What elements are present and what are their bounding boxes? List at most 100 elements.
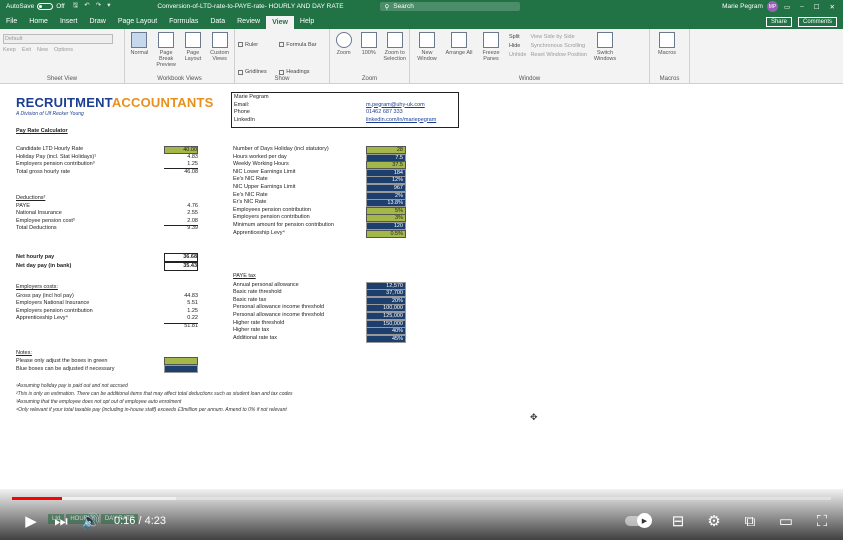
undo-icon[interactable]: ↶ — [84, 1, 89, 12]
sheet-view-dropdown[interactable]: Default — [3, 34, 113, 44]
user-name: Marie Pegram — [722, 3, 763, 10]
hide-button[interactable]: Hide — [509, 43, 526, 49]
keep-button[interactable]: Keep — [3, 47, 16, 53]
theater-mode-icon[interactable]: ▭ — [771, 507, 801, 535]
side-by-side-button[interactable]: View Side by Side — [530, 34, 587, 40]
button-label: Switch Windows — [593, 50, 617, 63]
param-label: Basic rate threshold — [233, 289, 282, 296]
deductions-heading: Deductions² — [16, 195, 46, 201]
tab-view[interactable]: View — [266, 16, 294, 29]
net-day-value: 35.43 — [164, 262, 198, 271]
button-label: 100% — [361, 50, 376, 56]
param-label: Personal allowance income threshold — [233, 304, 325, 311]
group-zoom: Zoom 100% Zoom to Selection Zoom — [330, 29, 410, 83]
fullscreen-icon[interactable]: ⛶ — [807, 507, 837, 535]
autosave-state: Off — [56, 3, 65, 10]
window-controls: ▭ – ☐ ✕ — [784, 3, 835, 11]
tab-data[interactable]: Data — [204, 18, 231, 29]
duration: 4:23 — [144, 515, 167, 527]
worksheet[interactable]: RECRUITMENTACCOUNTANTS A Division of Ulf… — [0, 84, 843, 489]
button-label: Custom Views — [210, 50, 230, 63]
next-icon[interactable]: ⏭ — [46, 507, 76, 535]
avatar[interactable]: MP — [766, 1, 778, 12]
footnote: ³Assuming that the employee does not opt… — [16, 399, 182, 406]
param-label: Higher rate tax — [233, 327, 270, 334]
custom-views-icon — [211, 32, 228, 48]
exit-button[interactable]: Exit — [22, 47, 31, 53]
contact-linkedin-link[interactable]: linkedin.com/in/mariepegram — [366, 117, 436, 125]
param-label: Higher rate threshold — [233, 319, 285, 326]
close-icon[interactable]: ✕ — [830, 3, 835, 11]
comments-button[interactable]: Comments — [797, 17, 837, 27]
search-box[interactable]: ⚲ Search — [380, 2, 521, 11]
row-value: 4.76 — [187, 202, 198, 209]
contact-email-link[interactable]: m.pegram@uhy-uk.com — [366, 102, 425, 110]
synchronous-scrolling-button[interactable]: Synchronous Scrolling — [530, 43, 587, 49]
row-label: Apprenticeship Levy⁴ — [16, 315, 68, 322]
autosave-label: AutoSave — [6, 3, 35, 10]
split-button[interactable]: Split — [509, 34, 526, 40]
tab-review[interactable]: Review — [231, 18, 266, 29]
reset-window-position-button[interactable]: Reset Window Position — [530, 52, 587, 58]
share-button[interactable]: Share — [765, 17, 792, 27]
param-label: Basic rate tax — [233, 296, 267, 303]
contact-phone-label: Phone — [234, 109, 250, 115]
param-value[interactable]: 0.5% — [366, 229, 406, 238]
row-label: Employee pension cost³ — [16, 217, 75, 224]
toggle-switch[interactable] — [37, 3, 54, 10]
time-separator: / — [135, 515, 145, 527]
ruler-checkbox[interactable]: Ruler — [238, 34, 275, 56]
autoplay-toggle[interactable] — [625, 513, 652, 528]
tab-draw[interactable]: Draw — [83, 18, 111, 29]
options-button[interactable]: Options — [54, 47, 73, 53]
button-label: Macros — [657, 50, 677, 56]
row-value: 1.25 — [187, 307, 198, 314]
minimize-icon[interactable]: – — [800, 3, 804, 11]
group-label: Zoom — [361, 76, 378, 82]
miniplayer-icon[interactable]: ⧉ — [735, 507, 765, 535]
row-value: 9.39 — [187, 225, 198, 232]
magnifier-icon — [335, 32, 352, 48]
save-icon[interactable]: 🖫 — [73, 1, 79, 12]
switch-windows-icon — [597, 32, 613, 48]
checkbox-label: Ruler — [245, 41, 259, 48]
move-cursor-icon: ✥ — [530, 412, 538, 422]
button-label: Freeze Panes — [482, 50, 500, 63]
redo-icon[interactable]: ↷ — [96, 1, 101, 12]
new-view-button[interactable]: New — [37, 47, 48, 53]
autosave-toggle[interactable]: AutoSave Off — [6, 3, 65, 10]
param-label: Employees pension contribution — [233, 206, 311, 213]
param-label: NIC Lower Earnings Limit — [233, 168, 296, 175]
notes-heading: Notes: — [16, 350, 32, 356]
group-show: Ruler Formula Bar Gridlines Headings Sho… — [235, 29, 330, 83]
play-icon[interactable]: ▶ — [16, 507, 46, 535]
maximize-icon[interactable]: ☐ — [814, 3, 820, 11]
param-label: Minimum amount for pension contribution — [233, 222, 334, 228]
tab-page-layout[interactable]: Page Layout — [112, 18, 163, 29]
captions-icon[interactable]: ⊟ — [663, 507, 693, 535]
button-label: New Window — [417, 50, 437, 63]
ribbon-display-icon[interactable]: ▭ — [784, 3, 790, 11]
user-account[interactable]: Marie Pegram MP — [722, 1, 778, 12]
tab-help[interactable]: Help — [294, 18, 320, 29]
tab-insert[interactable]: Insert — [54, 18, 84, 29]
tab-formulas[interactable]: Formulas — [163, 18, 204, 29]
volume-icon[interactable]: 🔊 — [76, 507, 106, 535]
row-value: 46.08 — [184, 168, 198, 175]
row-value: 2.55 — [187, 210, 198, 217]
total-rule — [164, 168, 198, 170]
param-value[interactable]: 45% — [366, 334, 406, 343]
param-label: Ee's NIC Rate — [233, 191, 268, 198]
progress-bar[interactable] — [12, 497, 831, 500]
formula-bar-checkbox[interactable]: Formula Bar — [279, 34, 317, 56]
paye-heading: PAYE tax — [233, 273, 256, 279]
footnote: ⁴Only relevant if your total taxable pay… — [16, 407, 287, 414]
group-label: Macros — [659, 76, 680, 82]
customize-icon[interactable]: ▾ — [107, 1, 110, 12]
tab-file[interactable]: File — [0, 18, 23, 29]
button-label: Arrange All — [445, 50, 473, 56]
param-label: Annual personal allowance — [233, 281, 299, 288]
unhide-button[interactable]: Unhide — [509, 52, 526, 58]
settings-gear-icon[interactable]: ⚙ — [699, 507, 729, 535]
tab-home[interactable]: Home — [23, 18, 54, 29]
